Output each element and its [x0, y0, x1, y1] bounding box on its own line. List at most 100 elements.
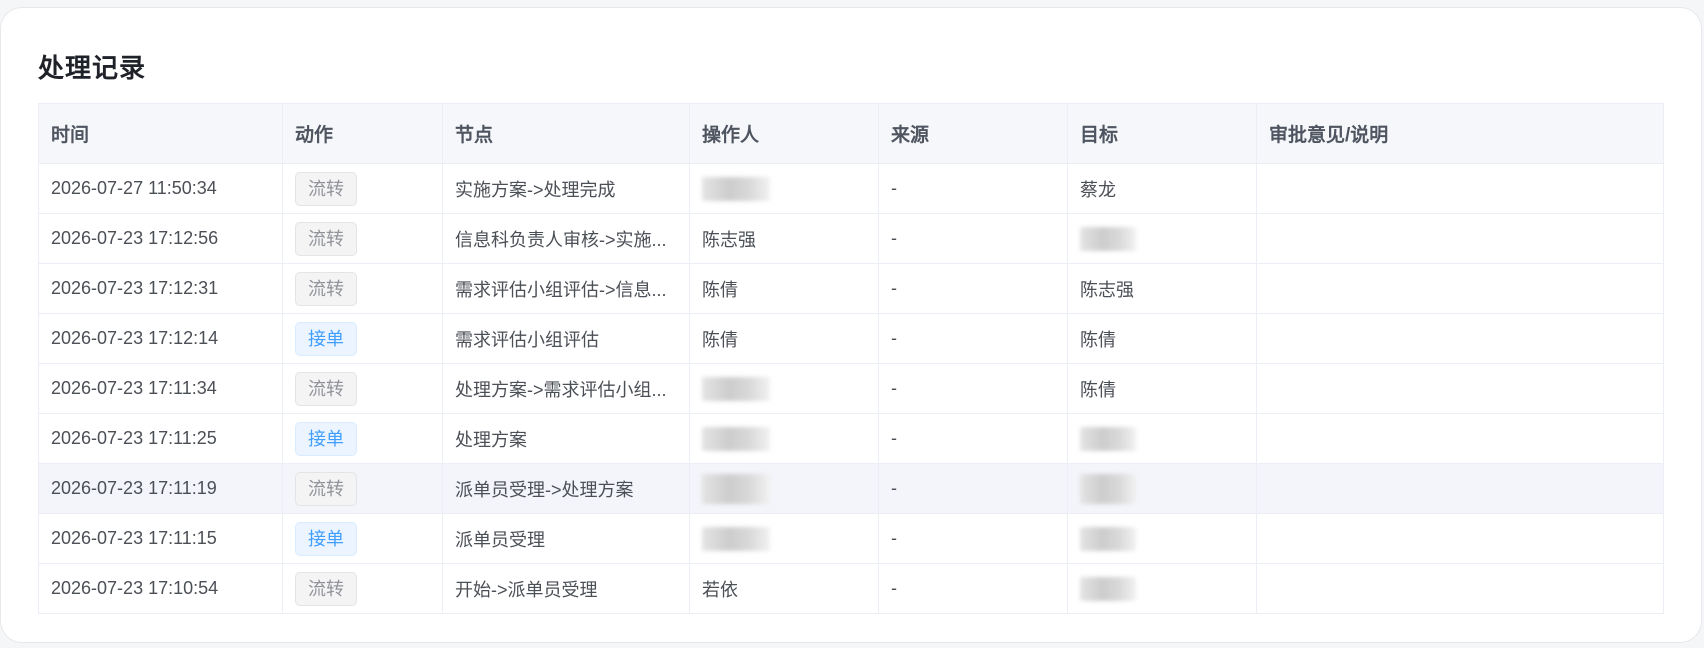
cell-source: -	[878, 563, 1068, 614]
action-tag: 流转	[295, 571, 357, 606]
action-tag: 接单	[295, 421, 357, 456]
cell-target	[1067, 213, 1257, 264]
section-title: 处理记录	[38, 53, 147, 83]
table-row[interactable]: 2026-07-23 17:11:15 接单 派单员受理 -	[38, 513, 1664, 564]
action-tag: 流转	[295, 221, 357, 256]
cell-comment	[1256, 463, 1664, 514]
action-tag: 流转	[295, 371, 357, 406]
cell-time: 2026-07-23 17:11:15	[38, 513, 283, 564]
cell-target: 陈倩	[1067, 313, 1257, 364]
cell-action: 接单	[282, 413, 443, 464]
table-row[interactable]: 2026-07-23 17:11:34 流转 处理方案->需求评估小组... - 陈倩	[38, 363, 1664, 414]
cell-target: 陈倩	[1067, 363, 1257, 414]
cell-target	[1067, 413, 1257, 464]
redacted-operator	[702, 376, 770, 401]
action-tag: 接单	[295, 521, 357, 556]
table-row[interactable]: 2026-07-23 17:11:19 流转 派单员受理->处理方案 -	[38, 463, 1664, 514]
cell-action: 流转	[282, 563, 443, 614]
cell-operator	[689, 413, 879, 464]
cell-action: 流转	[282, 213, 443, 264]
cell-source: -	[878, 313, 1068, 364]
cell-source: -	[878, 513, 1068, 564]
redacted-target	[1080, 526, 1136, 551]
cell-target	[1067, 513, 1257, 564]
cell-action: 接单	[282, 313, 443, 364]
cell-comment	[1256, 163, 1664, 214]
column-header-action[interactable]: 动作	[282, 103, 443, 164]
redacted-target	[1080, 473, 1136, 504]
cell-action: 流转	[282, 463, 443, 514]
cell-target	[1067, 563, 1257, 614]
column-header-operator[interactable]: 操作人	[689, 103, 879, 164]
cell-comment	[1256, 513, 1664, 564]
cell-comment	[1256, 363, 1664, 414]
cell-node: 需求评估小组评估	[442, 313, 690, 364]
records-table: 时间 动作 节点 操作人 来源 目标 审批意见/说明 2026-07-27 11…	[38, 103, 1664, 614]
cell-time: 2026-07-23 17:11:19	[38, 463, 283, 514]
redacted-operator	[702, 176, 770, 201]
cell-source: -	[878, 163, 1068, 214]
column-header-node[interactable]: 节点	[442, 103, 690, 164]
cell-time: 2026-07-23 17:12:56	[38, 213, 283, 264]
cell-time: 2026-07-23 17:11:25	[38, 413, 283, 464]
cell-node: 需求评估小组评估->信息...	[442, 263, 690, 314]
action-tag: 流转	[295, 471, 357, 506]
cell-source: -	[878, 413, 1068, 464]
cell-node: 派单员受理	[442, 513, 690, 564]
cell-operator	[689, 463, 879, 514]
cell-action: 接单	[282, 513, 443, 564]
cell-source: -	[878, 263, 1068, 314]
cell-target	[1067, 463, 1257, 514]
cell-node: 派单员受理->处理方案	[442, 463, 690, 514]
column-header-comment[interactable]: 审批意见/说明	[1256, 103, 1664, 164]
cell-operator	[689, 363, 879, 414]
action-tag: 接单	[295, 321, 357, 356]
cell-node: 信息科负责人审核->实施...	[442, 213, 690, 264]
cell-source: -	[878, 463, 1068, 514]
cell-comment	[1256, 563, 1664, 614]
cell-time: 2026-07-27 11:50:34	[38, 163, 283, 214]
cell-target: 蔡龙	[1067, 163, 1257, 214]
column-header-target[interactable]: 目标	[1067, 103, 1257, 164]
cell-comment	[1256, 313, 1664, 364]
cell-action: 流转	[282, 263, 443, 314]
cell-node: 处理方案	[442, 413, 690, 464]
cell-comment	[1256, 413, 1664, 464]
table-header-row: 时间 动作 节点 操作人 来源 目标 审批意见/说明	[38, 103, 1664, 164]
table-row[interactable]: 2026-07-23 17:12:31 流转 需求评估小组评估->信息... 陈倩 - 陈…	[38, 263, 1664, 314]
table-row[interactable]: 2026-07-23 17:12:56 流转 信息科负责人审核->实施... 陈志强 -	[38, 213, 1664, 264]
cell-target: 陈志强	[1067, 263, 1257, 314]
redacted-target	[1080, 576, 1136, 601]
cell-operator: 陈倩	[689, 263, 879, 314]
cell-operator: 陈志强	[689, 213, 879, 264]
cell-action: 流转	[282, 363, 443, 414]
records-table-body: 2026-07-27 11:50:34 流转 实施方案->处理完成 - 蔡龙 2026-0…	[38, 163, 1664, 614]
cell-time: 2026-07-23 17:12:31	[38, 263, 283, 314]
cell-source: -	[878, 213, 1068, 264]
redacted-operator	[702, 473, 770, 504]
cell-time: 2026-07-23 17:12:14	[38, 313, 283, 364]
column-header-time[interactable]: 时间	[38, 103, 283, 164]
cell-comment	[1256, 213, 1664, 264]
cell-operator: 陈倩	[689, 313, 879, 364]
cell-node: 实施方案->处理完成	[442, 163, 690, 214]
cell-operator	[689, 513, 879, 564]
cell-operator	[689, 163, 879, 214]
action-tag: 流转	[295, 171, 357, 206]
cell-source: -	[878, 363, 1068, 414]
table-row[interactable]: 2026-07-27 11:50:34 流转 实施方案->处理完成 - 蔡龙	[38, 163, 1664, 214]
redacted-operator	[702, 526, 770, 551]
redacted-operator	[702, 426, 770, 451]
table-row[interactable]: 2026-07-23 17:10:54 流转 开始->派单员受理 若依 -	[38, 563, 1664, 614]
action-tag: 流转	[295, 271, 357, 306]
column-header-source[interactable]: 来源	[878, 103, 1068, 164]
cell-comment	[1256, 263, 1664, 314]
cell-operator: 若依	[689, 563, 879, 614]
cell-action: 流转	[282, 163, 443, 214]
cell-node: 处理方案->需求评估小组...	[442, 363, 690, 414]
cell-node: 开始->派单员受理	[442, 563, 690, 614]
redacted-target	[1080, 226, 1136, 251]
table-row[interactable]: 2026-07-23 17:12:14 接单 需求评估小组评估 陈倩 - 陈倩	[38, 313, 1664, 364]
process-records-card: 处理记录 时间 动作 节点 操作人 来源 目标 审批意见/说明 2026-07-…	[0, 7, 1702, 643]
table-row[interactable]: 2026-07-23 17:11:25 接单 处理方案 -	[38, 413, 1664, 464]
